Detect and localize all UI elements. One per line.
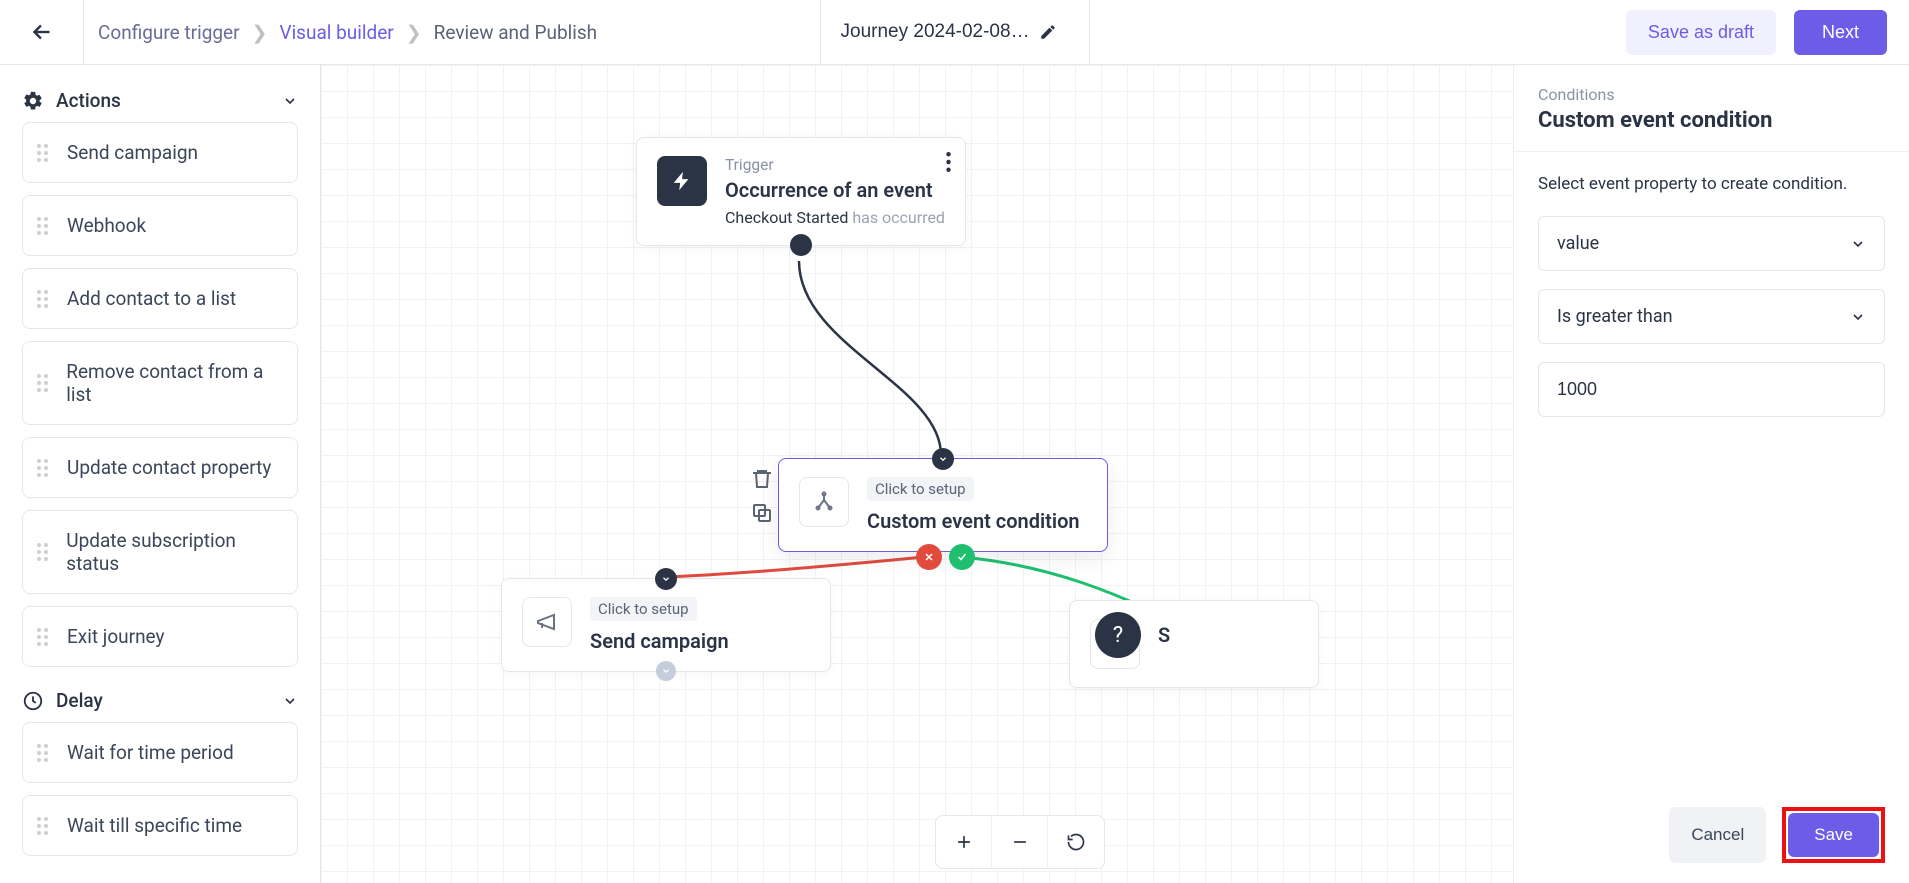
section-delay-header[interactable]: Delay [22,679,298,722]
node-send-campaign[interactable]: Click to setup Send campaign [501,578,831,672]
action-remove-from-list[interactable]: Remove contact from a list [22,341,298,425]
action-label: Send campaign [67,141,198,164]
panel-eyebrow: Conditions [1538,85,1885,104]
panel-instruction: Select event property to create conditio… [1538,174,1885,194]
cancel-button[interactable]: Cancel [1669,807,1766,863]
question-icon: ? [1113,623,1123,648]
branch-false-port[interactable] [916,544,942,570]
reset-view-button[interactable] [1048,816,1104,868]
node-title: Custom event condition [867,509,1087,533]
property-select[interactable]: value [1538,216,1885,271]
save-button-highlight: Save [1782,807,1885,863]
operator-select-value: Is greater than [1557,306,1673,327]
drag-handle-icon [37,543,52,561]
node-menu-button[interactable] [946,152,951,176]
delay-label: Wait till specific time [67,814,242,837]
condition-editor-panel: Conditions Custom event condition Select… [1513,65,1909,883]
drag-handle-icon [37,374,52,392]
canvas-zoom-controls [935,815,1105,869]
node-output-port[interactable] [790,234,812,256]
branch-icon [799,477,849,527]
action-send-campaign[interactable]: Send campaign [22,122,298,183]
comparison-value-field[interactable] [1538,362,1885,417]
zoom-out-button[interactable] [992,816,1048,868]
journey-title-editor[interactable] [820,0,1090,65]
action-label: Update contact property [67,456,271,479]
branch-true-port[interactable] [949,544,975,570]
breadcrumb-step-visual-builder[interactable]: Visual builder [279,21,393,44]
node-trigger[interactable]: Trigger Occurrence of an event Checkout … [636,137,966,246]
chevron-down-icon [282,693,298,709]
delay-label: Wait for time period [67,741,234,764]
action-label: Webhook [67,214,146,237]
delay-wait-specific-time[interactable]: Wait till specific time [22,795,298,856]
action-add-to-list[interactable]: Add contact to a list [22,268,298,329]
drag-handle-icon [37,459,53,477]
node-title: S [1158,623,1298,647]
node-input-port[interactable] [932,448,954,470]
action-exit-journey[interactable]: Exit journey [22,606,298,667]
action-label: Remove contact from a list [66,360,283,406]
action-label: Exit journey [67,625,165,648]
panel-title: Custom event condition [1538,108,1885,133]
chevron-down-icon [1850,309,1866,325]
action-webhook[interactable]: Webhook [22,195,298,256]
action-update-subscription-status[interactable]: Update subscription status [22,510,298,594]
node-input-port[interactable] [655,568,677,590]
gear-icon [22,90,44,112]
action-label: Update subscription status [66,529,283,575]
breadcrumb-step-configure[interactable]: Configure trigger [98,21,240,44]
lightning-icon [657,156,707,206]
journey-canvas[interactable]: Trigger Occurrence of an event Checkout … [321,65,1513,883]
drag-handle-icon [37,144,53,162]
next-button[interactable]: Next [1794,10,1887,55]
section-delay-label: Delay [56,689,270,712]
chevron-down-icon [1850,236,1866,252]
node-title: Send campaign [590,629,810,653]
megaphone-icon [522,597,572,647]
node-custom-event-condition[interactable]: Click to setup Custom event condition [778,458,1108,552]
node-setup-badge: Click to setup [867,477,974,501]
pencil-icon[interactable] [1039,23,1057,41]
node-subtitle: Checkout Started has occurred [725,208,945,227]
drag-handle-icon [37,290,53,308]
action-label: Add contact to a list [67,287,236,310]
node-setup-badge: Click to setup [590,597,697,621]
section-actions-header[interactable]: Actions [22,79,298,122]
node-eyebrow: Trigger [725,156,945,174]
help-fab[interactable]: ? [1095,612,1141,658]
property-select-value: value [1557,233,1599,254]
delay-wait-time-period[interactable]: Wait for time period [22,722,298,783]
drag-handle-icon [37,628,53,646]
save-as-draft-button[interactable]: Save as draft [1626,10,1776,55]
breadcrumb: Configure trigger ❯ Visual builder ❯ Rev… [84,21,611,44]
drag-handle-icon [37,744,53,762]
duplicate-node-button[interactable] [750,501,774,525]
clock-icon [22,690,44,712]
delete-node-button[interactable] [750,467,774,491]
drag-handle-icon [37,817,53,835]
node-title: Occurrence of an event [725,178,945,202]
header-actions: Save as draft Next [1604,10,1909,55]
operator-select[interactable]: Is greater than [1538,289,1885,344]
zoom-in-button[interactable] [936,816,992,868]
app-header: Configure trigger ❯ Visual builder ❯ Rev… [0,0,1909,65]
comparison-value-input[interactable] [1557,379,1866,400]
chevron-right-icon: ❯ [252,21,268,44]
node-side-tools [750,467,774,525]
node-output-port[interactable] [656,661,676,681]
journey-title-input[interactable] [841,21,1031,43]
section-actions-label: Actions [56,89,270,112]
action-update-contact-property[interactable]: Update contact property [22,437,298,498]
chevron-down-icon [282,93,298,109]
drag-handle-icon [37,217,53,235]
back-button[interactable] [0,0,84,65]
breadcrumb-step-review[interactable]: Review and Publish [434,21,597,44]
save-button[interactable]: Save [1788,813,1879,857]
actions-sidebar: Actions Send campaign Webhook Add contac… [0,65,321,883]
chevron-right-icon: ❯ [406,21,422,44]
